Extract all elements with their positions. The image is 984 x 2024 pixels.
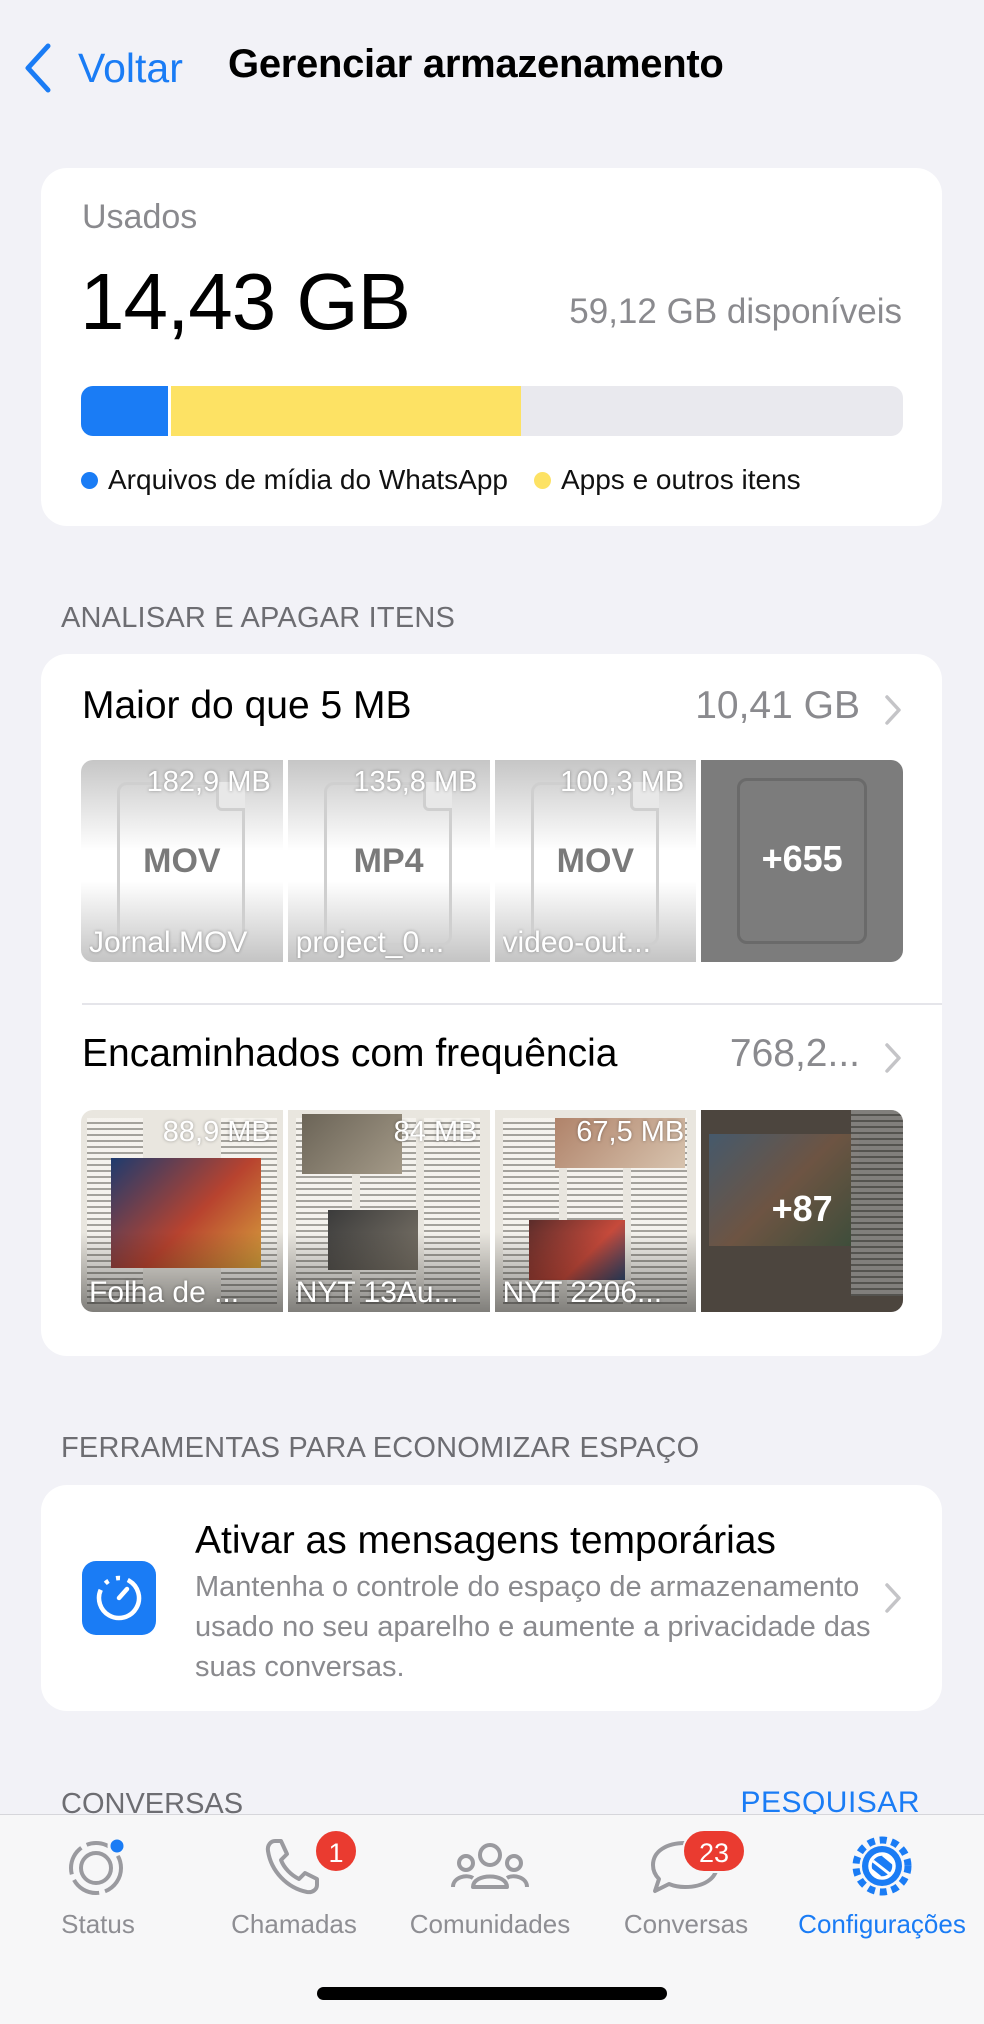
legend-dot-yellow [533, 471, 551, 489]
chevron-right-icon [885, 1583, 901, 1613]
file-thumbnail[interactable]: MOV 182,9 MB Jornal.MOV [81, 760, 283, 962]
media-thumbnail[interactable]: 84 MB NYT 13Au... [287, 1110, 490, 1312]
file-extension: MOV [556, 842, 635, 880]
status-icon [69, 1836, 127, 1895]
media-thumbnail[interactable]: 67,5 MB NYT 2206... [494, 1110, 697, 1312]
disappearing-messages-row[interactable]: Ativar as mensagens temporárias Mantenha… [41, 1485, 942, 1711]
more-count: +655 [761, 838, 843, 879]
legend-apps: Apps e outros itens [533, 464, 801, 496]
home-indicator [317, 1987, 667, 2000]
tab-calls[interactable]: 1 Chamadas [196, 1829, 392, 1940]
large-files-title: Maior do que 5 MB [82, 684, 412, 727]
large-files-size: 10,41 GB [695, 684, 860, 727]
chevron-right-icon [885, 1043, 901, 1073]
file-name: NYT 13Au... [295, 1276, 459, 1309]
tab-settings[interactable]: Configurações [784, 1831, 980, 1940]
gear-icon [852, 1836, 912, 1896]
tools-description: Mantenha o controle do espaço de armazen… [195, 1571, 871, 1683]
storage-summary-card: Usados 14,43 GB 59,12 GB disponíveis Arq… [41, 168, 942, 526]
tools-section-label: FERRAMENTAS PARA ECONOMIZAR ESPAÇO [61, 1432, 700, 1464]
timer-icon [82, 1561, 156, 1635]
tab-label: Conversas [623, 1909, 749, 1939]
more-files-thumbnail[interactable]: +655 [701, 760, 903, 962]
back-button[interactable]: Voltar [22, 38, 183, 98]
communities-icon [451, 1843, 529, 1889]
used-value: 14,43 GB [80, 257, 411, 346]
forwarded-title: Encaminhados com frequência [82, 1032, 618, 1075]
legend-label: Apps e outros itens [560, 464, 801, 495]
file-size: 88,9 MB [162, 1116, 271, 1148]
file-name: project_0... [295, 926, 445, 959]
nav-header: Voltar Gerenciar armazenamento [0, 0, 984, 140]
file-extension: MP4 [353, 842, 424, 880]
apps-segment [171, 386, 521, 436]
legend-whatsapp-media: Arquivos de mídia do WhatsApp [81, 464, 508, 496]
calls-badge: 1 [314, 1829, 358, 1873]
file-name: Folha de ... [89, 1276, 240, 1309]
chevron-left-icon [25, 43, 51, 93]
file-size: 182,9 MB [146, 766, 271, 798]
tab-label: Chamadas [231, 1909, 357, 1939]
forwarded-thumbnails: 88,9 MB Folha de ... 84 MB NYT 13Au... 6… [81, 1110, 903, 1312]
back-label: Voltar [78, 44, 183, 91]
legend-dot-blue [81, 471, 98, 489]
file-size: 67,5 MB [576, 1116, 685, 1148]
tools-title: Ativar as mensagens temporárias [195, 1519, 776, 1562]
page-title: Gerenciar armazenamento [228, 42, 724, 86]
news-photo [301, 1114, 402, 1174]
file-name: NYT 2206... [502, 1276, 663, 1309]
file-name: video-out... [502, 926, 651, 959]
file-extension: MOV [143, 842, 221, 880]
storage-usage-bar [81, 386, 903, 436]
tab-status[interactable]: Status [0, 1831, 196, 1940]
available-space: 59,12 GB disponíveis [569, 292, 902, 331]
tab-communities[interactable]: Comunidades [392, 1831, 588, 1940]
storage-legend: Arquivos de mídia do WhatsApp Apps e out… [81, 464, 827, 496]
more-count: +87 [771, 1188, 833, 1229]
file-thumbnail[interactable]: MP4 135,8 MB project_0... [287, 760, 490, 962]
chats-badge: 23 [682, 1829, 746, 1873]
used-label: Usados [82, 198, 198, 236]
forwarded-row[interactable]: Encaminhados com frequência 768,2... 88,… [41, 1006, 942, 1346]
file-size: 100,3 MB [560, 766, 685, 798]
tab-label: Status [61, 1909, 135, 1939]
media-thumbnail[interactable]: 88,9 MB Folha de ... [81, 1110, 283, 1312]
file-thumbnail[interactable]: MOV 100,3 MB video-out... [494, 760, 697, 962]
tab-label: Comunidades [409, 1909, 571, 1939]
divider [82, 1003, 942, 1005]
tab-chats[interactable]: 23 Conversas [588, 1829, 784, 1940]
large-files-thumbnails: MOV 182,9 MB Jornal.MOV MP4 135,8 MB pro… [81, 760, 903, 962]
whatsapp-media-segment [81, 386, 172, 436]
file-size: 84 MB [393, 1116, 478, 1148]
forwarded-size: 768,2... [729, 1032, 860, 1075]
chevron-right-icon [885, 695, 901, 725]
legend-label: Arquivos de mídia do WhatsApp [108, 464, 508, 495]
review-section-label: ANALISAR E APAGAR ITENS [61, 602, 456, 634]
file-name: Jornal.MOV [89, 926, 248, 959]
more-media-thumbnail[interactable]: +87 [701, 1110, 903, 1312]
file-size: 135,8 MB [353, 766, 478, 798]
review-card: Maior do que 5 MB 10,41 GB MOV 182,9 MB … [41, 654, 942, 1356]
tab-label: Configurações [798, 1909, 966, 1939]
large-files-row[interactable]: Maior do que 5 MB 10,41 GB MOV 182,9 MB … [41, 654, 942, 994]
